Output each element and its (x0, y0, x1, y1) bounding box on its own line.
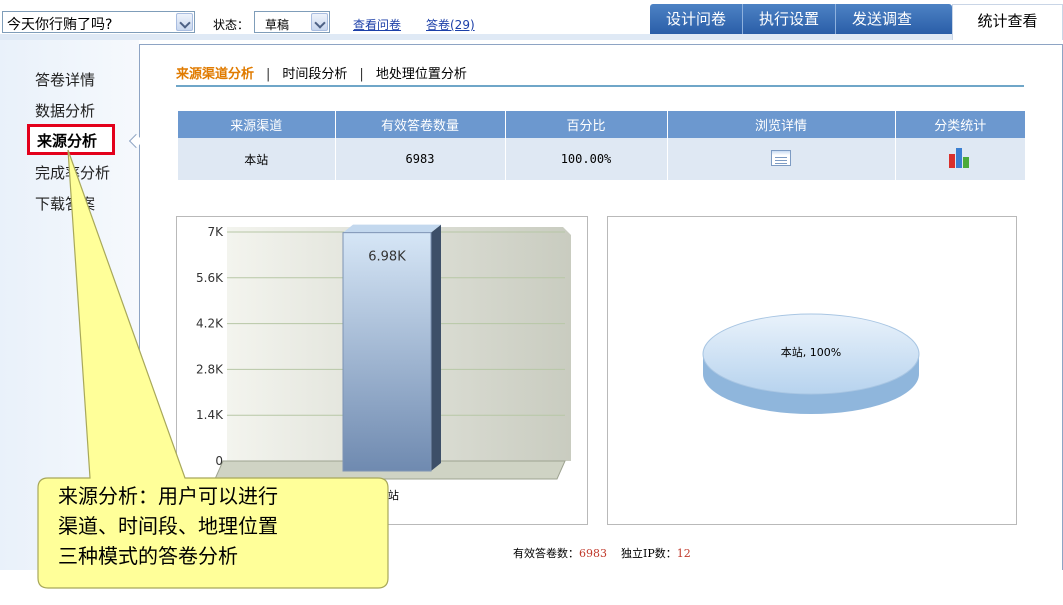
pie-chart-panel: 本站, 100% (607, 216, 1017, 525)
percent-cell: 100.00% (505, 138, 668, 180)
survey-select[interactable]: 今天你行贿了吗? (2, 11, 195, 33)
sidebar-item-answer-details[interactable]: 答卷详情 (35, 69, 95, 90)
status-select-value: 草稿 (265, 18, 290, 32)
view-survey-link[interactable]: 查看问卷 (353, 16, 401, 33)
status-label: 状态： (213, 18, 250, 32)
status-select[interactable]: 草稿 (254, 11, 330, 33)
bar-top (343, 224, 441, 233)
table-header: 分类统计 (895, 111, 1025, 138)
chevron-down-icon[interactable] (176, 13, 193, 31)
subtab-time[interactable]: 时间段分析 (282, 67, 347, 82)
bar-side (431, 224, 441, 471)
table-header: 有效答卷数量 (335, 111, 506, 138)
subtab-underline (176, 85, 1024, 87)
document-icon[interactable] (771, 149, 791, 166)
callout-text: 来源分析：用户可以进行 渠道、时间段、地理位置 三种模式的答卷分析 (58, 481, 388, 571)
table-header: 百分比 (505, 111, 668, 138)
tab-settings[interactable]: 执行设置 (743, 4, 837, 34)
subtab-location[interactable]: 地处理位置分析 (376, 67, 467, 82)
table-header-row: 来源渠道 有效答卷数量 百分比 浏览详情 分类统计 (178, 111, 1025, 138)
table-row: 本站 6983 100.00% (178, 138, 1025, 180)
sidebar-item-download-answers[interactable]: 下载答案 (35, 193, 95, 214)
chevron-down-icon[interactable] (311, 13, 328, 31)
valid-count-value: 6983 (579, 547, 607, 560)
y-tick-label: 1.4K (196, 408, 224, 422)
sidebar-item-source-analysis[interactable]: 来源分析 (27, 124, 115, 155)
valid-count-label: 有效答卷数： (513, 547, 579, 560)
y-tick-label: 2.8K (196, 362, 224, 376)
source-table: 来源渠道 有效答卷数量 百分比 浏览详情 分类统计 本站 6983 100.00… (178, 111, 1025, 180)
bar-data-label: 6.98K (368, 250, 406, 265)
app-window: 今天你行贿了吗? 状态： 草稿 查看问卷 答卷(29) 设计问卷 执行设置 发送… (0, 0, 1063, 605)
browse-cell (667, 138, 896, 180)
callout-line: 三种模式的答卷分析 (58, 544, 238, 568)
ip-count-label: 独立IP数： (621, 547, 677, 560)
sidebar-item-label: 来源分析 (37, 132, 98, 150)
table-header: 来源渠道 (178, 111, 336, 138)
tab-statistics[interactable]: 统计查看 (952, 4, 1063, 40)
answers-link[interactable]: 答卷(29) (426, 16, 475, 33)
sidebar-item-data-analysis[interactable]: 数据分析 (35, 100, 95, 121)
survey-select-value: 今天你行贿了吗? (7, 17, 113, 33)
tab-send[interactable]: 发送调查 (836, 4, 928, 34)
y-tick-label: 0 (215, 454, 223, 468)
subtab-separator: | (266, 67, 271, 82)
footer-stats: 有效答卷数：6983 独立IP数：12 (513, 545, 691, 561)
callout-line: 来源分析：用户可以进行 (58, 484, 278, 508)
subtab-separator: | (359, 67, 364, 82)
ip-count-value: 12 (676, 547, 691, 560)
bottom-area (0, 570, 1063, 605)
bar-chart: 7K 5.6K 4.2K 2.8K 1.4K 0 6.98K (196, 224, 571, 480)
sidebar-item-completion-analysis[interactable]: 完成率分析 (35, 162, 110, 183)
count-cell: 6983 (335, 138, 506, 180)
bar-chart-panel: 7K 5.6K 4.2K 2.8K 1.4K 0 6.98K 本站 (176, 216, 588, 525)
main-tabs: 设计问卷 执行设置 发送调查 (650, 4, 952, 34)
category-cell (895, 138, 1025, 180)
pie-chart: 本站, 100% (702, 313, 920, 414)
channel-cell: 本站 (178, 138, 336, 180)
pie-slice-label: 本站, 100% (781, 345, 841, 359)
y-tick-label: 5.6K (196, 271, 224, 285)
bar-chart-icon[interactable] (949, 147, 971, 168)
top-bar: 今天你行贿了吗? 状态： 草稿 查看问卷 答卷(29) 设计问卷 执行设置 发送… (0, 0, 1063, 40)
bar-front (342, 232, 432, 472)
subtab-channel[interactable]: 来源渠道分析 (176, 67, 254, 82)
top-divider (0, 34, 952, 40)
y-tick-label: 7K (207, 225, 224, 239)
y-tick-label: 4.2K (196, 317, 224, 331)
tab-design[interactable]: 设计问卷 (650, 4, 744, 34)
sub-tabs: 来源渠道分析 | 时间段分析 | 地处理位置分析 (176, 63, 467, 82)
callout-line: 渠道、时间段、地理位置 (58, 514, 278, 538)
table-header: 浏览详情 (667, 111, 896, 138)
